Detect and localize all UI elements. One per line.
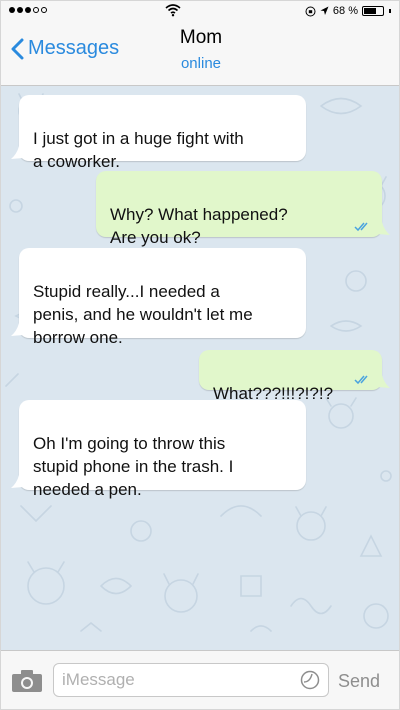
bubble-tail-incoming (11, 323, 23, 336)
chevron-left-icon (11, 38, 24, 59)
message-bubble-incoming[interactable]: Stupid really...I needed a penis, and he… (19, 248, 306, 347)
camera-icon[interactable] (11, 669, 43, 693)
status-bar: 68 % (1, 1, 399, 23)
message-input[interactable]: iMessage (53, 663, 329, 697)
location-arrow-icon (320, 6, 329, 15)
message-input-placeholder: iMessage (62, 670, 135, 689)
back-button[interactable]: Messages (11, 37, 119, 60)
message-bubble-incoming[interactable]: I just got in a huge fight with a cowork… (19, 95, 306, 171)
contact-name: Mom (179, 27, 223, 48)
orientation-lock-icon (305, 6, 316, 16)
phone-screen: 68 % Messages Mom online I just got in a… (0, 0, 400, 710)
bubble-tail-incoming (11, 475, 23, 488)
read-receipt-icon (354, 375, 368, 385)
contact-status: online (180, 55, 222, 72)
send-button[interactable]: Send (338, 671, 380, 692)
message-bubble-outgoing[interactable]: Why? What happened? Are you ok? (96, 171, 382, 247)
wifi-icon (165, 4, 181, 17)
message-bubble-incoming[interactable]: Oh I'm going to throw this stupid phone … (19, 400, 306, 499)
bubble-tail-outgoing (378, 222, 390, 235)
battery-percent: 68 % (332, 5, 358, 17)
bubble-tail-outgoing (378, 375, 390, 388)
battery-icon (362, 6, 384, 16)
message-bubble-outgoing[interactable]: What???!!!?!?!? (199, 350, 382, 403)
bubble-tail-incoming (11, 146, 23, 159)
contact-info[interactable]: Mom online (141, 27, 261, 72)
sticker-icon[interactable] (300, 670, 320, 690)
message-text: Oh I'm going to throw this stupid phone … (33, 434, 234, 499)
message-text: Stupid really...I needed a penis, and he… (33, 282, 253, 347)
read-receipt-icon (354, 222, 368, 232)
navigation-bar: Messages Mom online (1, 23, 399, 86)
back-button-label: Messages (28, 37, 120, 59)
chat-area[interactable]: I just got in a huge fight with a cowork… (1, 86, 399, 650)
signal-strength-icon (9, 7, 47, 13)
message-input-bar: iMessage Send (1, 650, 399, 709)
